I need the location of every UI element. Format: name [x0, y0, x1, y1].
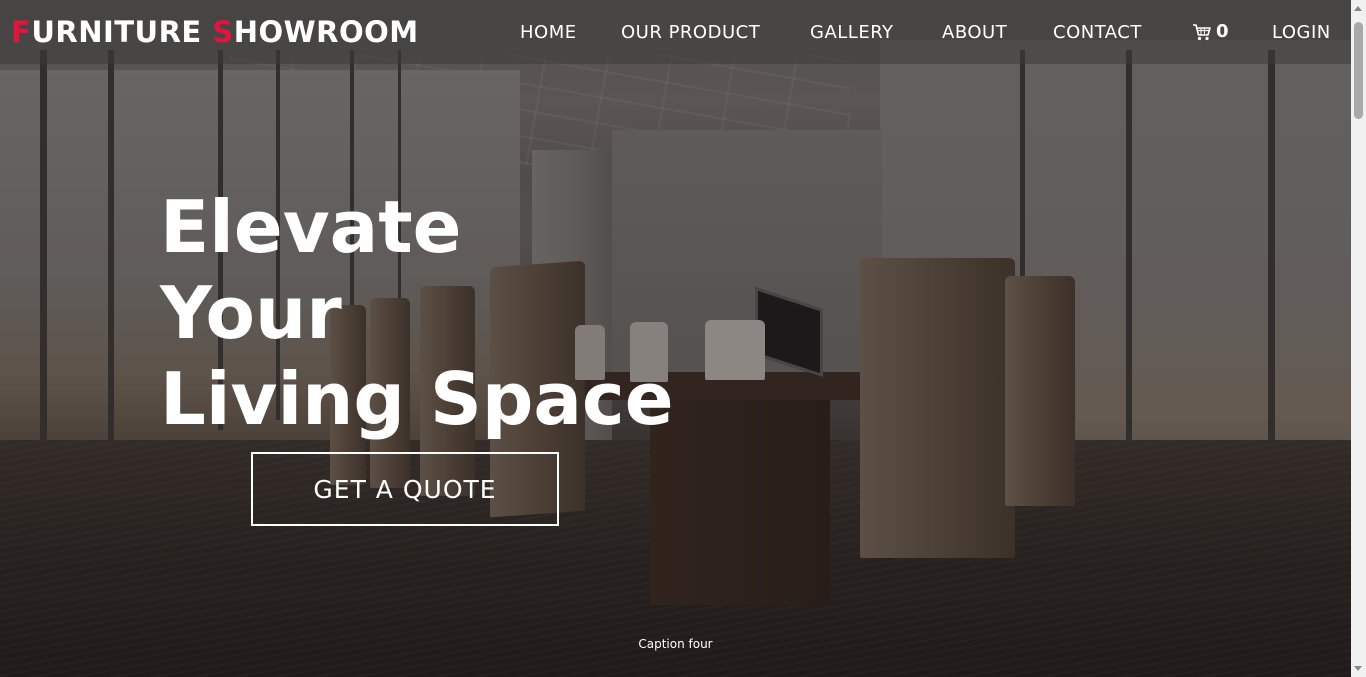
- shopping-cart-icon: [1193, 23, 1211, 40]
- scroll-down-arrow-icon[interactable]: [1354, 666, 1362, 671]
- nav-login[interactable]: LOGIN: [1272, 22, 1331, 43]
- scrollbar-thumb[interactable]: [1354, 22, 1363, 119]
- nav-contact[interactable]: CONTACT: [1053, 22, 1142, 43]
- hero-headline: Elevate Your Living Space: [160, 184, 674, 442]
- nav-home[interactable]: HOME: [520, 22, 577, 43]
- cart-button[interactable]: 0: [1192, 21, 1229, 42]
- brand-initial-f: F: [11, 15, 32, 49]
- headline-line: Elevate: [160, 185, 462, 269]
- headline-line: Living Space: [160, 357, 674, 441]
- cart-count: 0: [1216, 21, 1229, 42]
- get-a-quote-button[interactable]: GET A QUOTE: [251, 452, 559, 526]
- brand-word-furniture: URNITURE: [31, 15, 213, 49]
- page-scrollbar[interactable]: [1351, 0, 1366, 677]
- brand-word-showroom: HOWROOM: [233, 15, 419, 49]
- nav-gallery[interactable]: GALLERY: [810, 22, 894, 43]
- nav-our-product[interactable]: OUR PRODUCT: [621, 22, 760, 43]
- brand-initial-s: S: [212, 15, 234, 49]
- top-navbar: FURNITURE SHOWROOM HOME OUR PRODUCT GALL…: [0, 0, 1351, 64]
- brand-logo[interactable]: FURNITURE SHOWROOM: [11, 15, 419, 49]
- headline-line: Your: [160, 271, 342, 355]
- scroll-up-arrow-icon[interactable]: [1354, 6, 1362, 11]
- nav-about[interactable]: ABOUT: [942, 22, 1007, 43]
- carousel-caption: Caption four: [638, 637, 713, 651]
